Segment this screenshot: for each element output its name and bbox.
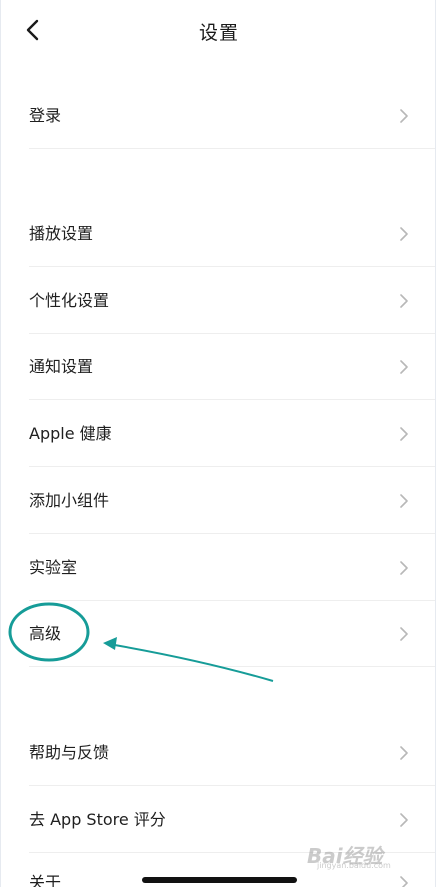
settings-item-label: 去 App Store 评分 <box>29 810 166 829</box>
divider <box>29 533 435 534</box>
settings-item-label: Apple 健康 <box>29 424 112 443</box>
settings-item-label: 登录 <box>29 106 62 125</box>
chevron-right-icon <box>400 227 408 241</box>
chevron-right-icon <box>400 427 408 441</box>
settings-item-login[interactable]: 登录 <box>29 83 435 149</box>
divider <box>29 148 435 149</box>
page-title: 设置 <box>198 22 239 44</box>
navigation-bar: 设置 <box>1 0 435 60</box>
settings-item-lab[interactable]: 实验室 <box>29 535 435 601</box>
divider <box>29 399 435 400</box>
home-indicator[interactable] <box>142 877 297 883</box>
chevron-right-icon <box>400 294 408 308</box>
settings-item-label: 高级 <box>29 624 62 643</box>
settings-item-advanced[interactable]: 高级 <box>29 601 435 667</box>
settings-item-label: 添加小组件 <box>29 491 110 510</box>
settings-item-playback[interactable]: 播放设置 <box>29 201 435 267</box>
settings-item-label: 通知设置 <box>29 357 94 376</box>
settings-item-label: 播放设置 <box>29 224 94 243</box>
settings-item-apple-health[interactable]: Apple 健康 <box>29 401 435 467</box>
chevron-right-icon <box>400 494 408 508</box>
divider <box>29 785 435 786</box>
chevron-right-icon <box>400 746 408 760</box>
settings-item-label: 个性化设置 <box>29 291 110 310</box>
chevron-right-icon <box>400 876 408 887</box>
divider <box>29 466 435 467</box>
chevron-right-icon <box>400 109 408 123</box>
watermark-url: jingyan.baidu.com <box>317 861 391 870</box>
divider <box>29 266 435 267</box>
settings-item-notifications[interactable]: 通知设置 <box>29 334 435 400</box>
chevron-right-icon <box>400 627 408 641</box>
settings-item-help-feedback[interactable]: 帮助与反馈 <box>29 720 435 786</box>
chevron-right-icon <box>400 561 408 575</box>
settings-item-add-widget[interactable]: 添加小组件 <box>29 468 435 534</box>
chevron-right-icon <box>400 360 408 374</box>
chevron-right-icon <box>400 813 408 827</box>
settings-item-personalization[interactable]: 个性化设置 <box>29 268 435 334</box>
divider <box>29 666 435 667</box>
settings-item-label: 关于 <box>29 873 62 887</box>
settings-screen: 设置 登录 播放设置 个性化设置 通知设置 Apple 健康 添加小组件 实验室 <box>0 0 436 887</box>
watermark: Bai经验 jingyan.baidu.com <box>307 838 415 872</box>
settings-item-label: 帮助与反馈 <box>29 743 110 762</box>
settings-item-label: 实验室 <box>29 558 78 577</box>
